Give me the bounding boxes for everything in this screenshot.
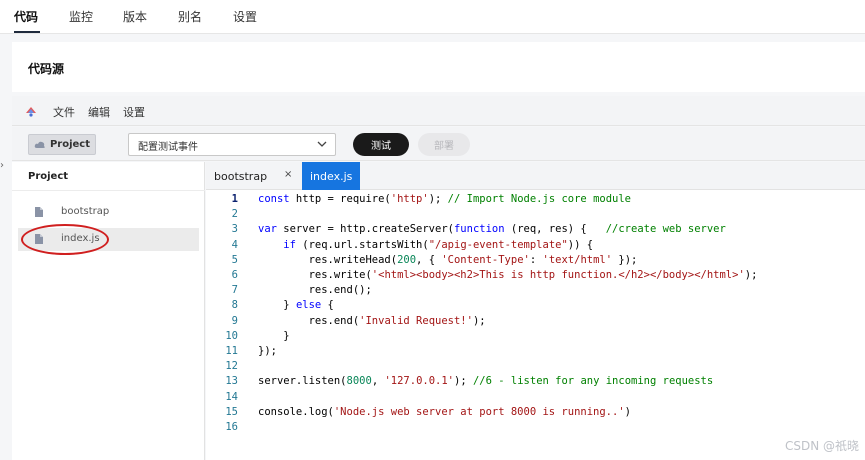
line-number: 7 — [231, 284, 238, 297]
watermark: CSDN @祇晓 — [784, 439, 859, 453]
code-text: } — [258, 329, 290, 342]
file-icon — [35, 207, 43, 217]
page-title: 代码源 — [28, 62, 65, 76]
test-event-select-value: 配置测试事件 — [138, 142, 198, 153]
code-text: const http = require('http'); // Import … — [258, 193, 631, 205]
line-number: 12 — [225, 360, 238, 373]
menu-bar: 文件 编辑 设置 — [12, 96, 865, 126]
test-event-select[interactable]: 配置测试事件 — [128, 133, 336, 156]
code-text: res.writeHead(200, { 'Content-Type': 'te… — [258, 253, 638, 266]
code-text: }); — [258, 345, 277, 357]
chevron-down-icon — [317, 141, 327, 147]
code-text: if (req.url.startsWith("/apig-event-temp… — [283, 238, 594, 251]
code-text: res.end('Invalid Request!'); — [258, 314, 486, 327]
tab-version[interactable]: 版本 — [123, 8, 147, 25]
active-tab-indicator — [14, 31, 40, 33]
line-number: 16 — [225, 421, 238, 433]
top-tab-bar: 代码 监控 版本 别名 设置 — [0, 0, 865, 34]
project-button[interactable]: Project — [28, 134, 96, 155]
ide-logo-icon — [26, 107, 36, 117]
line-number: 5 — [231, 253, 238, 266]
file-explorer: Project bootstrap index.js — [12, 162, 205, 460]
code-text: res.write('<html><body><h2>This is http … — [258, 269, 758, 281]
code-editor[interactable]: 1 const http = require('http'); // Import… — [206, 190, 865, 460]
line-number: 1 — [231, 193, 238, 205]
code-text: console.log('Node.js web server at port … — [258, 405, 631, 418]
editor-tab-index-js[interactable]: index.js — [302, 162, 360, 190]
cloud-icon — [34, 141, 45, 148]
editor-tab-label: index.js — [310, 170, 353, 183]
line-number: 15 — [225, 405, 238, 418]
code-text: res.end(); — [258, 284, 372, 297]
tab-alias[interactable]: 别名 — [178, 8, 202, 25]
toolbar: Project 配置测试事件 测试 部署 — [12, 127, 865, 161]
line-number: 9 — [231, 314, 238, 327]
line-number: 8 — [231, 299, 238, 312]
line-number: 11 — [225, 345, 238, 357]
line-number: 2 — [231, 208, 238, 221]
line-number: 13 — [225, 375, 238, 388]
file-item-bootstrap[interactable]: bootstrap — [18, 201, 199, 224]
menu-file[interactable]: 文件 — [53, 104, 75, 120]
line-number: 3 — [231, 223, 238, 236]
editor-tab-bar: bootstrap × index.js — [206, 162, 865, 190]
editor-tab-bootstrap[interactable]: bootstrap × — [206, 162, 302, 190]
deploy-button: 部署 — [418, 133, 470, 156]
code-source-panel: 代码源 — [12, 42, 865, 92]
file-name: bootstrap — [61, 206, 110, 217]
editor-tab-label: bootstrap — [214, 170, 268, 183]
tab-code[interactable]: 代码 — [14, 8, 38, 25]
line-number: 4 — [231, 238, 238, 251]
explorer-header: Project — [28, 171, 69, 182]
line-number: 14 — [225, 390, 238, 403]
collapse-arrow-icon[interactable]: › — [0, 160, 4, 171]
file-name: index.js — [61, 233, 100, 244]
line-number: 6 — [231, 269, 238, 281]
menu-edit[interactable]: 编辑 — [88, 104, 110, 120]
code-text: } else { — [258, 299, 334, 312]
project-button-label: Project — [49, 139, 91, 150]
explorer-divider — [12, 190, 205, 191]
file-icon — [35, 234, 43, 244]
file-item-index-js[interactable]: index.js — [18, 228, 199, 251]
code-text: var server = http.createServer(function … — [258, 223, 726, 236]
code-text: server.listen(8000, '127.0.0.1'); //6 - … — [258, 375, 714, 388]
tab-settings[interactable]: 设置 — [233, 8, 257, 25]
line-number: 10 — [225, 329, 238, 342]
tab-monitor[interactable]: 监控 — [69, 8, 93, 25]
menu-settings[interactable]: 设置 — [123, 104, 145, 120]
test-button[interactable]: 测试 — [353, 133, 409, 156]
close-icon[interactable]: × — [284, 169, 292, 180]
